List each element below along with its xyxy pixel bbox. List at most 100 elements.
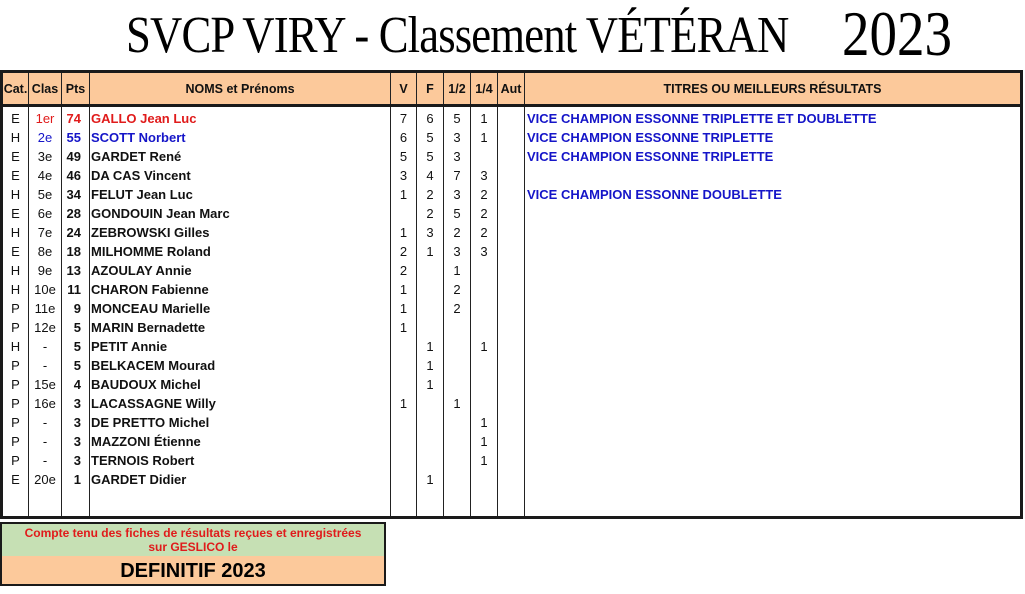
cell-name: SCOTT Norbert [89,128,391,147]
cell-f: 5 [416,147,444,166]
cell-titre: VICE CHAMPION ESSONNE DOUBLETTE [524,185,1023,204]
table-row: P 16e 3 LACASSAGNE Willy 1 1 [0,394,1023,413]
cell-empty [28,489,62,519]
cell-aut [497,318,525,337]
cell-pts: 3 [61,394,90,413]
table-row: H 2e 55 SCOTT Norbert 6 5 3 1 VICE CHAMPION ESSO… [0,128,1023,147]
header-half: 1/2 [443,70,471,107]
cell-pts: 11 [61,280,90,299]
cell-quarter [470,470,498,489]
cell-f: 1 [416,242,444,261]
cell-name: GARDET Didier [89,470,391,489]
cell-titre: VICE CHAMPION ESSONNE TRIPLETTE ET DOUBL… [524,105,1023,128]
header-clas: Clas [28,70,62,107]
cell-v [390,432,417,451]
cell-titre: VICE CHAMPION ESSONNE TRIPLETTE [524,147,1023,166]
cell-quarter: 1 [470,432,498,451]
cell-pts: 3 [61,432,90,451]
cell-clas: 4e [28,166,62,185]
cell-clas: 3e [28,147,62,166]
cell-v [390,375,417,394]
cell-pts: 28 [61,204,90,223]
cell-half [443,318,471,337]
cell-f [416,432,444,451]
cell-f [416,413,444,432]
cell-v [390,204,417,223]
cell-quarter: 1 [470,128,498,147]
cell-v: 1 [390,318,417,337]
cell-name: TERNOIS Robert [89,451,391,470]
cell-cat: H [0,261,29,280]
cell-pts: 55 [61,128,90,147]
table-row: P -3 MAZZONI Étienne 1 [0,432,1023,451]
cell-quarter [470,280,498,299]
cell-v: 5 [390,147,417,166]
table-row: P -5 BELKACEM Mourad 1 [0,356,1023,375]
cell-clas: 12e [28,318,62,337]
cell-pts: 4 [61,375,90,394]
cell-name: GONDOUIN Jean Marc [89,204,391,223]
cell-clas: 6e [28,204,62,223]
header-name: NOMS et Prénoms [89,70,391,107]
cell-clas: 1er [28,105,62,128]
cell-v: 1 [390,299,417,318]
cell-cat: P [0,299,29,318]
cell-f: 1 [416,470,444,489]
cell-v: 1 [390,185,417,204]
cell-pts: 49 [61,147,90,166]
table-row: E 3e 49 GARDET René 5 5 3 VICE CHAMPION ESSONNE… [0,147,1023,166]
cell-clas: - [28,356,62,375]
cell-clas: - [28,451,62,470]
cell-clas: 16e [28,394,62,413]
table-row: E 8e 18 MILHOMME Roland 2 1 3 3 [0,242,1023,261]
cell-empty [524,489,1023,519]
cell-half [443,375,471,394]
cell-clas: 15e [28,375,62,394]
cell-name: FELUT Jean Luc [89,185,391,204]
table-row: E 4e 46 DA CAS Vincent 3 4 7 3 [0,166,1023,185]
cell-clas: 8e [28,242,62,261]
table-row: H 7e 24 ZEBROWSKI Gilles 1 3 2 2 [0,223,1023,242]
cell-name: AZOULAY Annie [89,261,391,280]
cell-f: 1 [416,337,444,356]
cell-aut [497,375,525,394]
cell-pts: 5 [61,318,90,337]
cell-cat: E [0,166,29,185]
header-titles: TITRES OU MEILLEURS RÉSULTATS [524,70,1023,107]
cell-cat: E [0,204,29,223]
cell-half: 2 [443,299,471,318]
cell-clas: 11e [28,299,62,318]
cell-aut [497,299,525,318]
cell-quarter [470,318,498,337]
table-row: E 6e 28 GONDOUIN Jean Marc 2 5 2 [0,204,1023,223]
cell-pts: 3 [61,451,90,470]
cell-empty [497,489,525,519]
cell-aut [497,223,525,242]
cell-half: 1 [443,394,471,413]
status-note: Compte tenu des fiches de résultats reçu… [2,524,384,556]
cell-half: 1 [443,261,471,280]
cell-half: 3 [443,185,471,204]
cell-titre: VICE CHAMPION ESSONNE TRIPLETTE [524,128,1023,147]
cell-v [390,337,417,356]
cell-titre [524,318,1023,337]
cell-titre [524,432,1023,451]
cell-clas: 10e [28,280,62,299]
cell-f [416,318,444,337]
cell-name: DA CAS Vincent [89,166,391,185]
cell-cat: P [0,356,29,375]
cell-aut [497,451,525,470]
cell-pts: 24 [61,223,90,242]
cell-empty [0,489,29,519]
cell-cat: P [0,318,29,337]
cell-titre [524,280,1023,299]
cell-name: GARDET René [89,147,391,166]
cell-f: 1 [416,375,444,394]
cell-aut [497,185,525,204]
ranking-table: Cat. Clas Pts NOMS et Prénoms V F 1/2 1/… [0,70,1023,519]
cell-titre [524,375,1023,394]
cell-pts: 34 [61,185,90,204]
header-pts: Pts [61,70,90,107]
cell-quarter: 2 [470,185,498,204]
cell-cat: E [0,105,29,128]
